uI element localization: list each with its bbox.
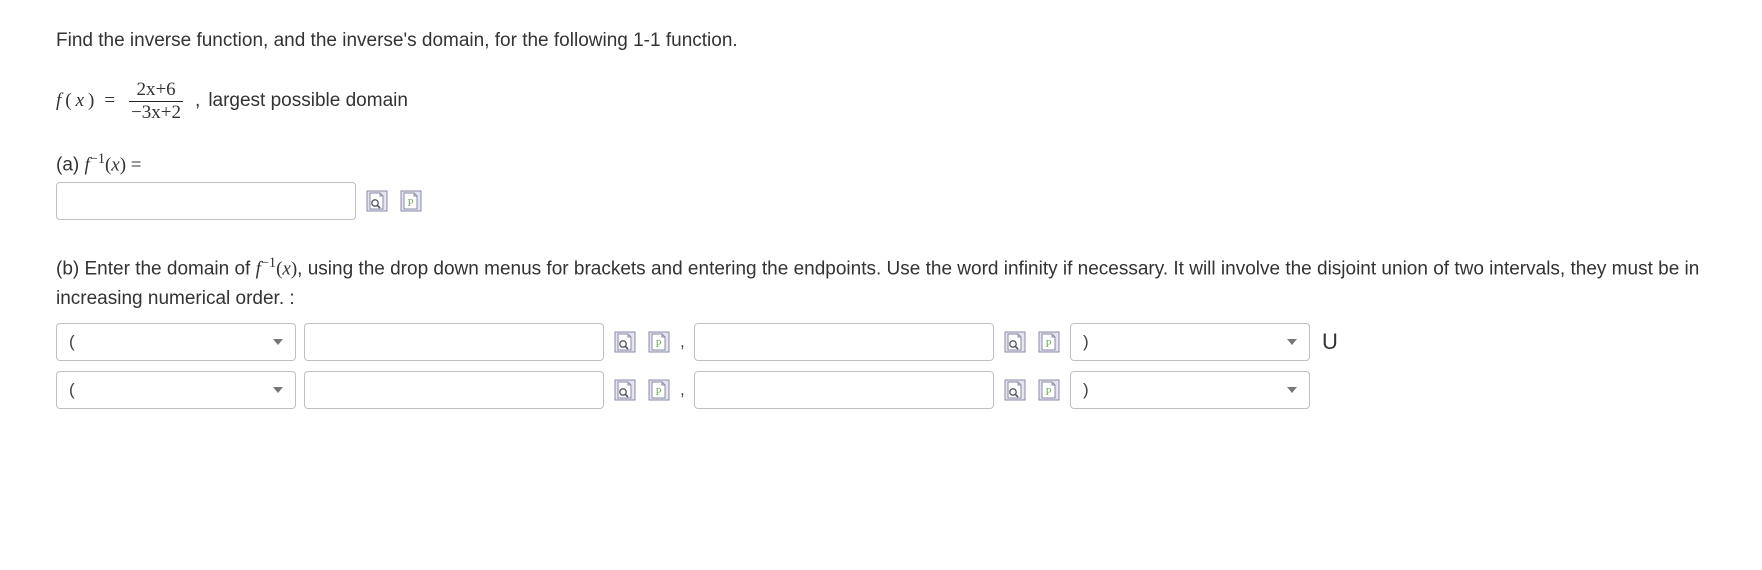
upper-endpoint-input-1[interactable] <box>694 323 994 361</box>
open-bracket-2-value: ( <box>69 380 75 400</box>
close-bracket-2-value: ) <box>1083 380 1089 400</box>
preview-icon[interactable] <box>364 188 390 214</box>
open-bracket-1-value: ( <box>69 332 75 352</box>
fn-open: ( <box>65 90 71 112</box>
help-icon[interactable]: P <box>1036 377 1062 403</box>
svg-text:P: P <box>1045 386 1051 398</box>
interval-row-2: ( P , P ) <box>56 371 1706 409</box>
svg-text:P: P <box>655 338 661 350</box>
preview-icon[interactable] <box>1002 329 1028 355</box>
preview-icon[interactable] <box>1002 377 1028 403</box>
close-bracket-select-2[interactable]: ) <box>1070 371 1310 409</box>
interval-comma-2: , <box>680 380 686 400</box>
interval-comma-1: , <box>680 332 686 352</box>
help-icon[interactable]: P <box>646 377 672 403</box>
svg-text:P: P <box>1045 338 1051 350</box>
help-icon[interactable]: P <box>398 188 424 214</box>
fn-trail-text: largest possible domain <box>208 90 408 112</box>
preview-icon[interactable] <box>612 329 638 355</box>
chevron-down-icon <box>273 387 283 393</box>
part-b-exp: −1 <box>261 255 276 271</box>
fraction-denominator: −3x+2 <box>129 101 183 123</box>
part-b-x: x <box>282 259 290 280</box>
fraction-numerator: 2x+6 <box>134 80 177 101</box>
fn-x: x <box>76 90 84 112</box>
lower-endpoint-input-1[interactable] <box>304 323 604 361</box>
part-a-prefix: (a) <box>56 154 85 175</box>
function-definition: f (x) = 2x+6 −3x+2 , largest possible do… <box>56 80 1706 123</box>
chevron-down-icon <box>1287 339 1297 345</box>
close-bracket-select-1[interactable]: ) <box>1070 323 1310 361</box>
part-a-eq: = <box>126 154 141 175</box>
union-symbol: U <box>1318 329 1342 355</box>
question-intro: Find the inverse function, and the inver… <box>56 30 1706 52</box>
part-a-label: (a) f−1(x) = <box>56 151 1706 176</box>
part-a-exp: −1 <box>90 151 105 167</box>
fn-f: f <box>56 90 61 112</box>
lower-endpoint-input-2[interactable] <box>304 371 604 409</box>
open-bracket-select-2[interactable]: ( <box>56 371 296 409</box>
chevron-down-icon <box>273 339 283 345</box>
fraction: 2x+6 −3x+2 <box>129 80 183 123</box>
preview-icon[interactable] <box>612 377 638 403</box>
upper-endpoint-input-2[interactable] <box>694 371 994 409</box>
part-b-prefix: (b) Enter the domain of <box>56 259 256 280</box>
part-a-x: x <box>111 154 119 175</box>
chevron-down-icon <box>1287 387 1297 393</box>
close-bracket-1-value: ) <box>1083 332 1089 352</box>
fn-trail-comma: , <box>195 90 200 112</box>
open-bracket-select-1[interactable]: ( <box>56 323 296 361</box>
part-a-input[interactable] <box>56 182 356 220</box>
help-icon[interactable]: P <box>1036 329 1062 355</box>
svg-text:P: P <box>407 197 413 209</box>
help-icon[interactable]: P <box>646 329 672 355</box>
interval-row-1: ( P , P ) U <box>56 323 1706 361</box>
svg-text:P: P <box>655 386 661 398</box>
fn-close: ) <box>88 90 94 112</box>
part-a-answer-row: P <box>56 182 1706 220</box>
part-b-suffix: , using the drop down menus for brackets… <box>56 259 1699 309</box>
fn-eq: = <box>104 90 115 112</box>
part-b-text: (b) Enter the domain of f−1(x), using th… <box>56 252 1706 313</box>
